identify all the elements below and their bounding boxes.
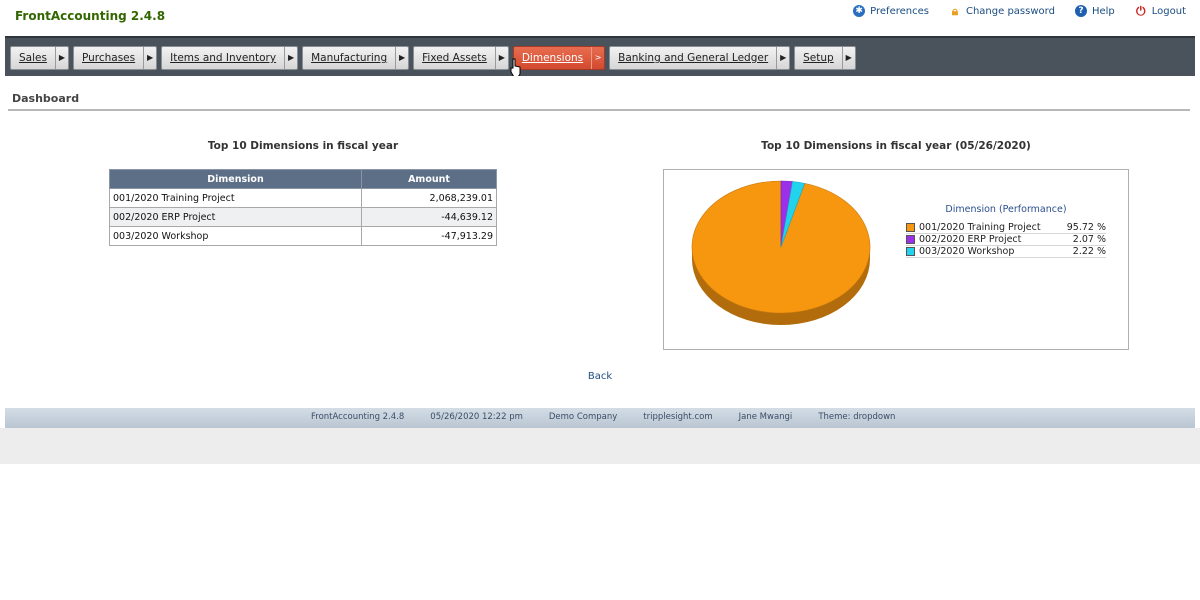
cell-amount: -47,913.29 xyxy=(361,226,497,246)
help-icon: ? xyxy=(1074,5,1087,17)
nav-items: Sales ▶ Purchases ▶ Items and Inventory … xyxy=(10,46,856,70)
chart-title: Top 10 Dimensions in fiscal year (05/26/… xyxy=(761,140,1031,152)
cell-dimension: 001/2020 Training Project xyxy=(109,188,362,208)
footer-user: Jane Mwangi xyxy=(738,412,793,422)
table-row: 001/2020 Training Project 2,068,239.01 xyxy=(109,188,497,208)
legend-swatch xyxy=(906,247,915,256)
nav-item-banking-and-general-ledger[interactable]: Banking and General Ledger ▶ xyxy=(609,46,791,70)
preferences-link[interactable]: ✱ Preferences xyxy=(853,5,929,17)
footer-company: Demo Company xyxy=(548,412,618,422)
legend-swatch xyxy=(906,223,915,232)
chevron-right-icon[interactable]: ▶ xyxy=(284,47,297,69)
back-link[interactable]: Back xyxy=(579,371,621,382)
nav-item-setup[interactable]: Setup ▶ xyxy=(794,46,856,70)
nav-item-label: Items and Inventory xyxy=(170,52,277,64)
table-header-row: Dimension Amount xyxy=(109,169,497,189)
table-row: 002/2020 ERP Project -44,639.12 xyxy=(109,207,497,227)
chevron-right-icon[interactable]: ▶ xyxy=(143,47,156,69)
nav-item-label: Purchases xyxy=(81,52,136,64)
change-password-link[interactable]: 🔒︎ Change password xyxy=(949,5,1055,17)
nav-item-label: Sales xyxy=(19,52,47,64)
nav-item-items-and-inventory[interactable]: Items and Inventory ▶ xyxy=(161,46,299,70)
chevron-right-icon[interactable]: ▶ xyxy=(776,47,789,69)
title-divider xyxy=(8,109,1190,111)
app-window: FrontAccounting 2.4.8 ✱ Preferences 🔒︎ C… xyxy=(0,0,1200,600)
legend-label: 001/2020 Training Project xyxy=(919,222,1041,233)
nav-item-label: Dimensions xyxy=(521,52,584,64)
footer-datetime: 05/26/2020 12:22 pm xyxy=(430,412,523,422)
table-title: Top 10 Dimensions in fiscal year xyxy=(207,140,399,152)
page-title: Dashboard xyxy=(12,92,80,105)
chart-legend: Dimension (Performance) 001/2020 Trainin… xyxy=(906,204,1106,258)
nav-item-label: Setup xyxy=(803,52,834,64)
logout-label: Logout xyxy=(1151,5,1186,17)
dimensions-table: Dimension Amount 001/2020 Training Proje… xyxy=(109,169,497,246)
footer-version: FrontAccounting 2.4.8 xyxy=(311,412,405,422)
top-links: ✱ Preferences 🔒︎ Change password ? Help … xyxy=(853,5,1186,17)
help-link[interactable]: ? Help xyxy=(1074,5,1115,17)
change-password-label: Change password xyxy=(965,5,1055,17)
gear-icon: ✱ xyxy=(853,5,866,17)
top-bar: FrontAccounting 2.4.8 ✱ Preferences 🔒︎ C… xyxy=(0,0,1200,36)
column-header-dimension: Dimension xyxy=(109,169,362,189)
nav-item-manufacturing[interactable]: Manufacturing ▶ xyxy=(302,46,410,70)
footer-items: FrontAccounting 2.4.8 05/26/2020 12:22 p… xyxy=(311,412,895,422)
legend-title: Dimension (Performance) xyxy=(945,204,1067,215)
nav-item-fixed-assets[interactable]: Fixed Assets ▶ xyxy=(413,46,509,70)
power-icon: ⏻ xyxy=(1136,4,1146,18)
mouse-cursor-icon xyxy=(510,58,521,78)
legend-item: 001/2020 Training Project 95.72 % xyxy=(906,222,1106,234)
legend-label: 003/2020 Workshop xyxy=(919,246,1015,257)
chevron-right-icon[interactable]: ▶ xyxy=(54,47,68,69)
chevron-right-icon[interactable]: ▶ xyxy=(395,47,408,69)
main-content: Dashboard Top 10 Dimensions in fiscal ye… xyxy=(5,76,1195,408)
chevron-right-icon[interactable]: > xyxy=(591,47,604,69)
nav-item-sales[interactable]: Sales ▶ xyxy=(10,46,69,70)
column-header-amount: Amount xyxy=(361,169,497,189)
help-label: Help xyxy=(1091,5,1115,17)
legend-item: 002/2020 ERP Project 2.07 % xyxy=(906,234,1106,246)
nav-item-label: Fixed Assets xyxy=(422,52,487,64)
legend-value: 2.07 % xyxy=(1072,234,1106,245)
legend-item: 003/2020 Workshop 2.22 % xyxy=(906,246,1106,258)
pie-chart-box: Dimension (Performance) 001/2020 Trainin… xyxy=(663,169,1129,350)
nav-item-dimensions[interactable]: Dimensions > xyxy=(512,46,606,70)
legend-value: 2.22 % xyxy=(1072,246,1106,257)
cell-dimension: 002/2020 ERP Project xyxy=(109,207,362,227)
legend-label: 002/2020 ERP Project xyxy=(919,234,1022,245)
chevron-right-icon[interactable]: ▶ xyxy=(841,47,855,69)
nav-item-purchases[interactable]: Purchases ▶ xyxy=(72,46,158,70)
logout-link[interactable]: ⏻ Logout xyxy=(1135,5,1186,17)
preferences-label: Preferences xyxy=(870,5,929,17)
nav-item-label: Banking and General Ledger xyxy=(618,52,769,64)
cell-amount: 2,068,239.01 xyxy=(361,188,497,208)
legend-value: 95.72 % xyxy=(1066,222,1106,233)
app-title: FrontAccounting 2.4.8 xyxy=(15,9,166,23)
footer-theme: Theme: dropdown xyxy=(818,412,896,422)
nav-item-label: Manufacturing xyxy=(311,52,388,64)
page-bottom-background xyxy=(0,428,1200,464)
legend-swatch xyxy=(906,235,915,244)
main-nav-bar: Sales ▶ Purchases ▶ Items and Inventory … xyxy=(5,36,1195,78)
cell-amount: -44,639.12 xyxy=(361,207,497,227)
footer-bar: FrontAccounting 2.4.8 05/26/2020 12:22 p… xyxy=(5,408,1195,428)
cell-dimension: 003/2020 Workshop xyxy=(109,226,362,246)
footer-site: tripplesight.com xyxy=(643,412,713,422)
pie-chart xyxy=(691,180,871,325)
lock-icon: 🔒︎ xyxy=(951,4,959,18)
chevron-right-icon[interactable]: ▶ xyxy=(494,47,508,69)
table-row: 003/2020 Workshop -47,913.29 xyxy=(109,226,497,246)
